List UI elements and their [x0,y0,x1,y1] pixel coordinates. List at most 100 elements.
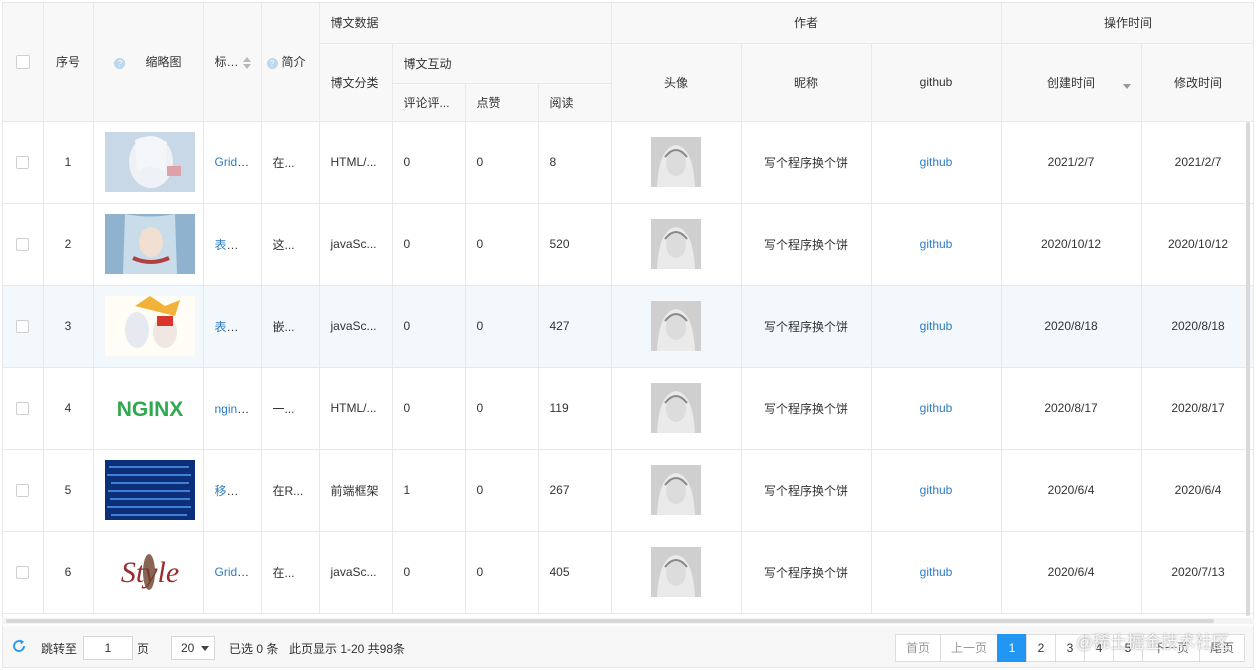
title-cell[interactable]: nginx安装 [203,367,262,450]
sort-desc-icon[interactable] [1122,83,1131,89]
vertical-scroll-thumb[interactable] [1246,122,1250,616]
page-button-4[interactable]: 4 [1084,634,1114,662]
row-checkbox[interactable] [16,156,30,170]
title-cell[interactable]: 表格组件 [203,203,262,286]
github-cell[interactable]: github [871,531,1002,614]
row-checkbox[interactable] [16,484,30,498]
vertical-scrollbar[interactable] [1245,122,1251,616]
likes-cell: 0 [465,203,539,286]
index-cell: 5 [43,449,94,532]
title-link[interactable]: GridManager [215,565,261,579]
github-cell[interactable]: github [871,121,1002,204]
page-size-select[interactable]: 20 [171,636,215,660]
github-link[interactable]: github [920,401,953,415]
thumbnail-image[interactable] [104,214,195,274]
first-page-button[interactable]: 首页 [895,634,941,662]
horizontal-scroll-thumb[interactable] [6,619,1214,623]
page-button-1[interactable]: 1 [997,634,1027,662]
row-select-cell[interactable] [3,449,44,532]
title-link[interactable]: GridManager [215,155,261,169]
reads-cell: 520 [538,203,612,286]
help-icon[interactable]: ? [266,57,278,69]
title-link[interactable]: 表格组件 [215,238,261,252]
thumbnail-image[interactable] [104,296,195,356]
created-header-label: 创建时间 [1047,75,1096,90]
last-page-button[interactable]: 尾页 [1199,634,1245,662]
page-button-5[interactable]: 5 [1113,634,1143,662]
created-header[interactable]: 创建时间 [1001,43,1142,122]
row-select-cell[interactable] [3,367,44,450]
row-checkbox[interactable] [16,238,30,252]
thumb-cell [93,121,204,204]
title-header[interactable]: 标题 [203,3,262,122]
github-cell[interactable]: github [871,285,1002,368]
thumb-cell [93,203,204,286]
table-row[interactable]: 6 Style GridManager 在... javaSc... 0 0 4… [3,531,1253,614]
jump-page-input[interactable]: 1 [83,636,133,660]
table-row[interactable]: 5 移除react 在R... 前端框架 1 0 267 写个程序换个饼 git… [3,449,1253,532]
title-link[interactable]: 表格组件 [215,320,261,334]
title-cell[interactable]: 表格组件 [203,285,262,368]
likes-cell: 0 [465,367,539,450]
avatar-image [651,383,702,433]
blog-data-group-header: 博文数据 [319,3,612,44]
title-link[interactable]: 移除react [215,484,261,498]
horizontal-scrollbar[interactable] [2,618,1254,624]
modified-cell: 2020/8/18 [1141,285,1253,368]
github-link[interactable]: github [920,155,953,169]
likes-cell: 0 [465,285,539,368]
select-all-header[interactable] [3,3,44,122]
github-link[interactable]: github [920,483,953,497]
next-page-button[interactable]: 下一页 [1142,634,1200,662]
intro-cell: 在... [261,121,320,204]
thumbnail-image[interactable]: NGINX [104,378,195,438]
github-link[interactable]: github [920,565,953,579]
row-select-cell[interactable] [3,203,44,286]
thumbnail-image[interactable] [104,460,195,520]
sort-icon[interactable] [242,57,251,70]
selected-count: 已选 0 条 [229,642,279,656]
thumb-header: ? 缩略图 [93,3,204,122]
row-checkbox[interactable] [16,566,30,580]
github-link[interactable]: github [920,237,953,251]
help-icon[interactable]: ? [114,57,126,69]
table-row[interactable]: 3 表格组件 嵌... javaSc... 0 0 427 写个程序换个饼 gi… [3,285,1253,368]
page-unit-label: 页 [137,642,150,656]
github-link[interactable]: github [920,319,953,333]
github-cell[interactable]: github [871,367,1002,450]
comments-cell: 0 [392,285,466,368]
prev-page-button[interactable]: 上一页 [940,634,998,662]
title-cell[interactable]: GridManager [203,531,262,614]
row-select-cell[interactable] [3,531,44,614]
thumbnail-image[interactable]: Style [104,542,195,602]
nickname-cell: 写个程序换个饼 [741,531,872,614]
row-checkbox[interactable] [16,402,30,416]
row-select-cell[interactable] [3,121,44,204]
modified-header: 修改时间 [1141,43,1253,122]
title-cell[interactable]: 移除react [203,449,262,532]
intro-cell: 在... [261,531,320,614]
table-row[interactable]: 1 GridManager 在... HTML/... 0 0 8 写个程序换个… [3,121,1253,204]
page-button-3[interactable]: 3 [1055,634,1085,662]
table-footer: 跳转至 1 页 20 已选 0 条 此页显示 1-20 共98条 首页 上一页 … [2,626,1254,668]
avatar-cell [611,367,742,450]
title-cell[interactable]: GridManager [203,121,262,204]
thumb-cell: NGINX [93,367,204,450]
title-link[interactable]: nginx安装 [215,402,261,416]
table-row[interactable]: 2 表格组件 这... javaSc... 0 0 520 写个程序换个饼 gi… [3,203,1253,286]
nickname-cell: 写个程序换个饼 [741,449,872,532]
avatar-cell [611,449,742,532]
row-select-cell[interactable] [3,285,44,368]
thumbnail-image[interactable] [104,132,195,192]
nginx-logo-text: NGINX [116,398,183,421]
select-all-checkbox[interactable] [15,55,30,70]
table-row[interactable]: 4 NGINX nginx安装 一... HTML/... 0 0 119 写个… [3,367,1253,450]
page-button-2[interactable]: 2 [1026,634,1056,662]
likes-header: 点赞 [465,83,539,122]
github-cell[interactable]: github [871,449,1002,532]
github-cell[interactable]: github [871,203,1002,286]
optime-group-header: 操作时间 [1001,3,1253,44]
refresh-icon[interactable] [11,638,27,654]
created-cell: 2020/10/12 [1001,203,1142,286]
row-checkbox[interactable] [16,320,30,334]
